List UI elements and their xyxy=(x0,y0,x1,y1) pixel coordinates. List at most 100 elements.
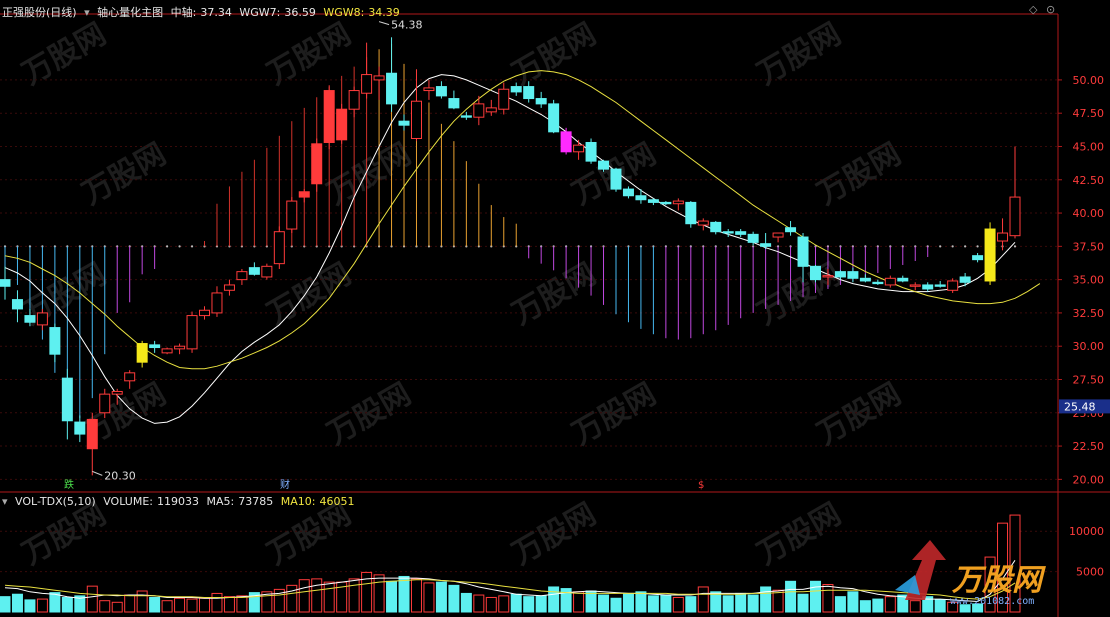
y-tick-label: 35.00 xyxy=(1073,274,1105,287)
volume-bar xyxy=(909,600,921,613)
volume-bar xyxy=(61,596,73,613)
candle-body xyxy=(86,418,98,450)
settings-icon[interactable]: ⊙ xyxy=(1046,3,1055,16)
candle-body xyxy=(1009,196,1021,237)
volume-bar xyxy=(772,589,784,613)
candle-body xyxy=(11,299,23,310)
high-pointer xyxy=(378,21,390,26)
candle-body xyxy=(510,86,522,93)
vol-ma10-line xyxy=(4,579,1016,600)
volume-bar xyxy=(323,581,335,613)
volume-bar xyxy=(348,578,360,613)
candle-body xyxy=(785,227,797,233)
chart-stage: 万股网 万股网 万股网 万股网万股网 万股网 万股网万股网 万股网 万股网 万股网万股网 万股网万… xyxy=(0,13,1110,617)
volume-bar xyxy=(660,594,672,613)
volume-bar xyxy=(311,578,323,613)
dropdown-icon[interactable]: ▾ xyxy=(2,495,8,508)
moving-averages xyxy=(4,70,1041,424)
candle-body xyxy=(909,284,921,287)
candle-body xyxy=(161,348,173,354)
volume-bar xyxy=(635,591,647,613)
candle-body xyxy=(223,284,235,291)
indicator-name[interactable]: 轴心量化主图 xyxy=(97,6,163,19)
volume-bar xyxy=(884,596,896,613)
zhongzhou-label: 中轴: xyxy=(170,6,197,19)
volume-bar xyxy=(136,590,148,613)
ma10-label: MA10: xyxy=(280,495,316,508)
axis-dot xyxy=(165,245,169,248)
volume-value: 119033 xyxy=(157,495,199,508)
volume-bar xyxy=(735,592,747,613)
volume-bar xyxy=(510,593,522,613)
diamond-icon[interactable]: ◇ xyxy=(1029,3,1037,16)
volume-bar xyxy=(149,596,161,613)
y-tick-label: 37.50 xyxy=(1073,240,1105,253)
candle-body xyxy=(99,393,111,414)
y-tick-label: 20.00 xyxy=(1073,473,1105,486)
candle-body xyxy=(523,86,535,100)
volume-bar xyxy=(685,596,697,613)
candle-body xyxy=(149,344,161,349)
candle-body xyxy=(124,372,136,382)
watermark-layer: 万股网 万股网 万股网 万股网万股网 万股网 万股网万股网 万股网 万股网 万股网万股网 万股网万… xyxy=(17,17,907,572)
candle-body xyxy=(610,168,622,190)
axis-dot xyxy=(964,245,967,248)
cai-marker: 财 xyxy=(280,480,290,491)
volume-bar xyxy=(286,584,298,613)
candle-body xyxy=(24,315,36,323)
volume-bar xyxy=(822,584,834,613)
candle-body xyxy=(760,243,772,247)
volume-bars xyxy=(0,514,1021,613)
candle-body xyxy=(49,327,61,355)
wgw7-value: 36.59 xyxy=(284,6,316,19)
y-tick-label: 47.50 xyxy=(1073,107,1105,120)
low-pointer xyxy=(92,470,103,476)
candle-body xyxy=(834,271,846,278)
volume-bar xyxy=(573,591,585,613)
volume-bar xyxy=(498,595,510,613)
candle-body xyxy=(336,108,348,141)
volume-bar xyxy=(199,597,211,613)
ma10-value: 46051 xyxy=(319,495,355,508)
volume-indicator-name[interactable]: VOL-TDX(5,10) xyxy=(15,495,96,508)
candle-body xyxy=(36,312,48,326)
volume-bar xyxy=(186,598,198,613)
watermark-text: 万股网 xyxy=(17,17,112,92)
candle-body xyxy=(473,103,485,118)
candle-body xyxy=(423,87,435,92)
die-marker: 跌 xyxy=(64,480,74,491)
candle-body xyxy=(186,315,198,350)
candle-body xyxy=(635,195,647,201)
y-tick-label: 22.50 xyxy=(1073,440,1105,453)
y-tick-label: 45.00 xyxy=(1073,140,1105,153)
candle-body xyxy=(735,231,747,235)
candle-body xyxy=(435,86,447,97)
candle-body xyxy=(311,143,323,185)
ma-white-line xyxy=(4,74,1016,424)
volume-bar xyxy=(859,600,871,613)
volume-bar xyxy=(36,598,48,613)
watermark-text: 万股网 xyxy=(262,257,357,332)
logo-url: www.201082.com xyxy=(950,596,1034,607)
y-tick-label: 40.00 xyxy=(1073,207,1105,220)
volume-bar xyxy=(934,599,946,613)
candle-body xyxy=(797,236,809,267)
vol-ma5-line xyxy=(4,560,1016,603)
volume-bar xyxy=(809,580,821,613)
volume-bar xyxy=(174,597,186,613)
y-tick-label: 30.00 xyxy=(1073,340,1105,353)
candle-body xyxy=(672,200,684,205)
dropdown-icon[interactable]: ▾ xyxy=(84,6,90,19)
volume-bar xyxy=(161,600,173,613)
volume-bar xyxy=(124,594,136,613)
candle-body xyxy=(348,90,360,110)
candle-body xyxy=(859,277,871,282)
axis-dot xyxy=(939,245,942,248)
volume-bar xyxy=(834,596,846,613)
volume-bar xyxy=(398,575,410,613)
watermark-text: 万股网 xyxy=(322,377,417,452)
candle-body xyxy=(872,281,884,285)
candle-body xyxy=(959,276,971,283)
axis-spikes xyxy=(3,43,1017,419)
candle-body xyxy=(273,231,285,265)
